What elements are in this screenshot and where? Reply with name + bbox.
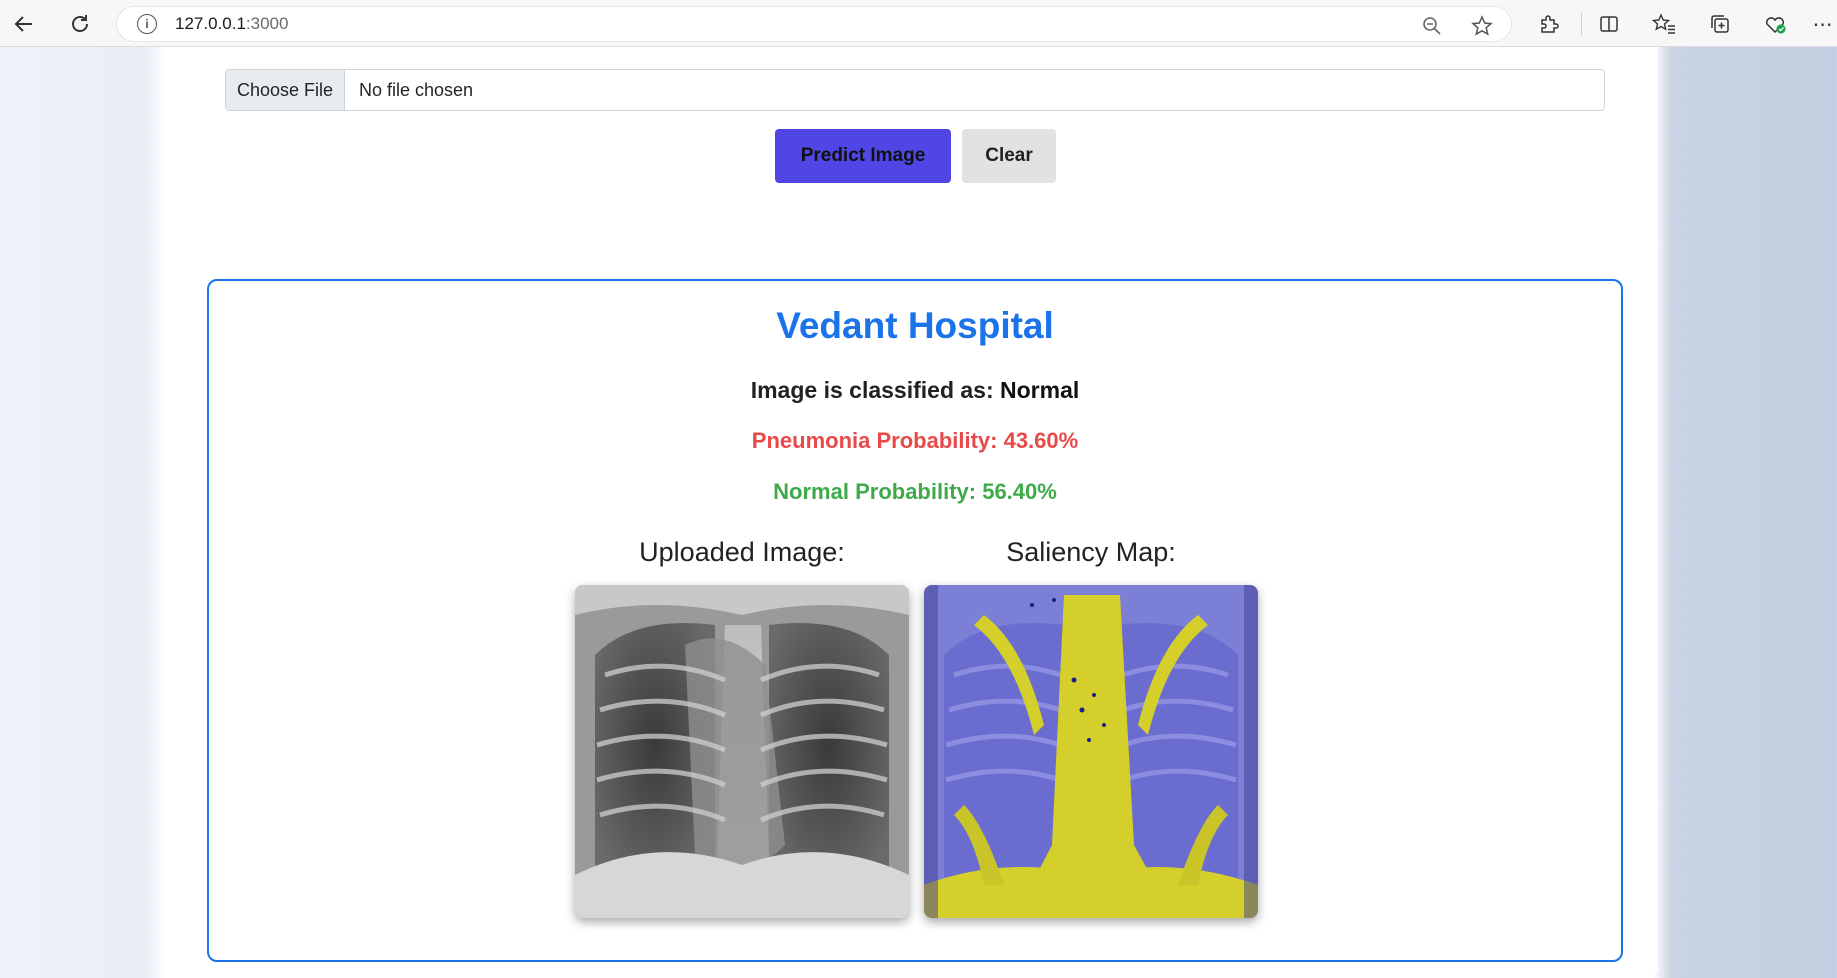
zoom-out-icon[interactable]: [1419, 13, 1445, 39]
choose-file-button[interactable]: Choose File: [226, 70, 345, 110]
info-icon[interactable]: i: [137, 14, 157, 34]
uploaded-xray-image: [575, 585, 909, 918]
url-port: :3000: [245, 14, 289, 33]
star-icon[interactable]: [1469, 13, 1495, 39]
uploaded-image-panel: Uploaded Image:: [575, 537, 909, 918]
pneumonia-probability: Pneumonia Probability: 43.60%: [751, 428, 1079, 453]
file-status-text: No file chosen: [359, 79, 474, 100]
saliency-map-heading: Saliency Map:: [1006, 537, 1176, 567]
clear-button[interactable]: Clear: [962, 129, 1056, 183]
puzzle-icon[interactable]: [1534, 9, 1564, 39]
uploaded-image-heading: Uploaded Image:: [639, 537, 845, 567]
browser-essentials-icon[interactable]: [1760, 9, 1790, 39]
toolbar-separator: [1581, 13, 1582, 35]
saliency-map-image: [924, 585, 1258, 918]
normal-probability: Normal Probability: 56.40%: [773, 479, 1057, 504]
classification-line: Image is classified as: Normal: [209, 377, 1621, 404]
action-buttons: Predict Image Clear: [775, 129, 1056, 183]
browser-toolbar: i 127.0.0.1:3000 ⋯: [0, 0, 1837, 47]
page-container: Choose File No file chosen Predict Image…: [173, 47, 1658, 972]
saliency-map-panel: Saliency Map:: [924, 537, 1258, 918]
classification-prefix: Image is classified as:: [750, 377, 1001, 403]
classification-value: Normal: [1000, 377, 1080, 403]
predict-image-button[interactable]: Predict Image: [775, 129, 951, 183]
favorites-icon[interactable]: [1649, 9, 1679, 39]
reload-icon[interactable]: [64, 8, 96, 40]
hospital-title: Vedant Hospital: [776, 305, 1054, 346]
address-bar[interactable]: i 127.0.0.1:3000: [116, 6, 1512, 42]
split-screen-icon[interactable]: [1594, 9, 1624, 39]
result-card: Vedant Hospital Image is classified as: …: [207, 279, 1623, 962]
collections-icon[interactable]: [1705, 9, 1735, 39]
more-icon[interactable]: ⋯: [1808, 9, 1837, 39]
url-text: 127.0.0.1:3000: [175, 14, 288, 34]
url-host: 127.0.0.1: [175, 14, 246, 33]
back-arrow-icon[interactable]: [8, 8, 40, 40]
file-input[interactable]: Choose File No file chosen: [225, 69, 1605, 111]
